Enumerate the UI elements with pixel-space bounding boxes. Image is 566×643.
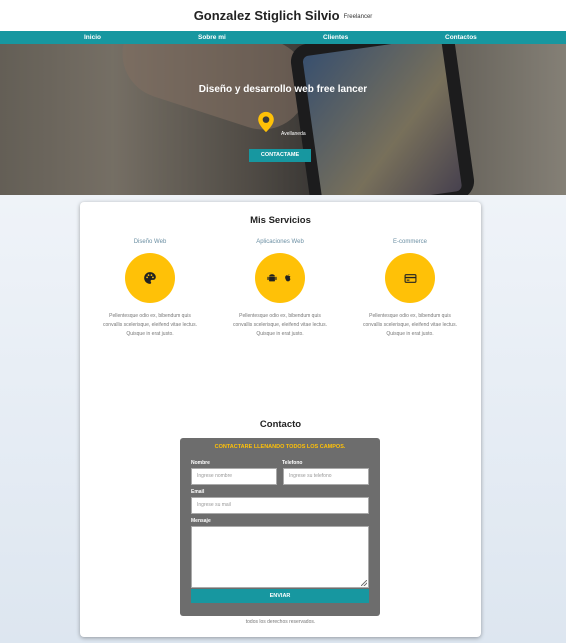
site-header: Gonzalez Stiglich Silvio Freelancer: [0, 0, 566, 31]
service-name: Aplicaciones Web: [256, 239, 304, 245]
service-name: E-commerce: [392, 239, 427, 245]
resize-grip-icon[interactable]: [361, 580, 367, 586]
services-title: Mis Servicios: [250, 215, 311, 226]
service-item-web-apps: Aplicaciones Web Pellentesque odio ex, b…: [225, 239, 335, 339]
message-textarea[interactable]: [191, 526, 369, 588]
android-icon: [267, 274, 277, 282]
hero-overlay: [0, 44, 566, 195]
nav-item-sobre-mi[interactable]: Sobre mi: [198, 31, 226, 44]
location-label: Avellaneda: [281, 131, 306, 137]
service-item-ecommerce: E-commerce Pellentesque odio ex, bibendu…: [355, 239, 465, 339]
service-description: Pellentesque odio ex, bibendum quis conv…: [233, 313, 327, 337]
email-label: Email: [191, 489, 205, 495]
hero-title: Diseño y desarrollo web free lancer: [198, 84, 368, 95]
phone-input[interactable]: Ingrese su telefono: [283, 468, 369, 485]
nav-item-clientes[interactable]: Clientes: [323, 31, 348, 44]
palette-icon: [144, 272, 156, 284]
hero-banner: [0, 44, 566, 195]
phone-label: Telefono: [282, 460, 303, 466]
form-heading: CONTACTARE LLENANDO TODOS LOS CAMPOS.: [214, 444, 346, 450]
service-name: Diseño Web: [133, 239, 167, 245]
service-description: Pellentesque odio ex, bibendum quis conv…: [103, 313, 197, 337]
email-input[interactable]: Ingrese su mail: [191, 497, 369, 514]
contact-form: CONTACTARE LLENANDO TODOS LOS CAMPOS. No…: [180, 438, 380, 616]
contact-me-button[interactable]: CONTACTAME: [249, 149, 311, 162]
apple-icon: [285, 274, 291, 282]
service-icon-circle: [385, 253, 435, 303]
name-label: Nombre: [191, 460, 210, 466]
service-description: Pellentesque odio ex, bibendum quis conv…: [363, 313, 457, 337]
contact-title: Contacto: [259, 419, 302, 430]
footer-text: todos los derechos reservados.: [245, 619, 316, 625]
nav-item-contactos[interactable]: Contactos: [445, 31, 477, 44]
location-pin-icon: [258, 111, 274, 133]
credit-card-icon: [404, 273, 416, 283]
nav-item-inicio[interactable]: Inicio: [84, 31, 101, 44]
site-subtitle: Freelancer: [343, 14, 373, 20]
service-icon-circle: [125, 253, 175, 303]
submit-button[interactable]: ENVIAR: [191, 589, 369, 603]
main-nav: Inicio Sobre mi Clientes Contactos: [0, 31, 566, 44]
name-input[interactable]: Ingrese nombre: [191, 468, 277, 485]
content-card: Mis Servicios Diseño Web Pellentesque od…: [80, 202, 481, 637]
service-item-web-design: Diseño Web Pellentesque odio ex, bibendu…: [95, 239, 205, 339]
service-icon-circle: [255, 253, 305, 303]
site-title: Gonzalez Stiglich Silvio: [193, 8, 340, 23]
message-label: Mensaje: [191, 518, 211, 524]
